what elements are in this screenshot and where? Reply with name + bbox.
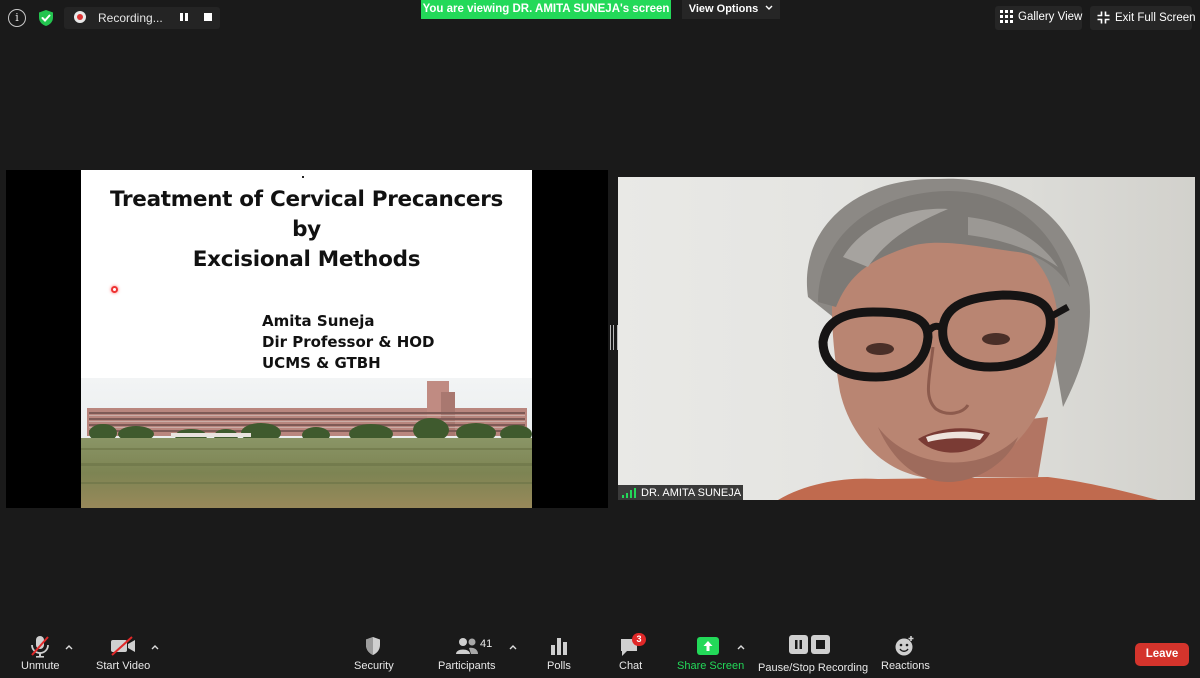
- slide-author-line: Dir Professor & HOD: [262, 333, 435, 351]
- share-screen-icon: [697, 637, 719, 655]
- security-shield-icon: [366, 637, 380, 655]
- leave-button[interactable]: Leave: [1135, 643, 1189, 666]
- reactions-label: Reactions: [881, 660, 930, 672]
- participant-video: [618, 177, 1195, 500]
- security-label: Security: [354, 660, 394, 672]
- slide-dot: [302, 176, 304, 178]
- microphone-muted-icon: [31, 636, 49, 658]
- chevron-up-icon[interactable]: [508, 642, 518, 652]
- presentation-slide: Treatment of Cervical Precancers by Exci…: [81, 170, 532, 508]
- chat-unread-badge: 3: [632, 633, 646, 646]
- panel-resize-handle[interactable]: [610, 325, 618, 350]
- video-off-icon: [111, 636, 135, 656]
- participants-label: Participants: [438, 660, 496, 672]
- participants-count: 41: [480, 638, 493, 650]
- view-options-button[interactable]: View Options: [682, 0, 780, 19]
- shield-check-icon[interactable]: [37, 9, 55, 27]
- reactions-icon: [895, 636, 914, 656]
- chevron-down-icon: [765, 5, 773, 10]
- polls-label: Polls: [547, 660, 571, 672]
- viewing-screen-banner: You are viewing DR. AMITA SUNEJA's scree…: [421, 0, 671, 19]
- exit-fullscreen-label: Exit Full Screen: [1115, 12, 1196, 24]
- slide-author-line: UCMS & GTBH: [262, 354, 381, 372]
- slide-title-line: by: [292, 217, 321, 242]
- share-screen-label: Share Screen: [677, 660, 745, 672]
- chevron-up-icon[interactable]: [64, 642, 74, 652]
- pause-stop-recording-icon: [789, 635, 830, 654]
- view-options-label: View Options: [688, 3, 759, 15]
- slide-title-line: Treatment of Cervical Precancers: [109, 187, 504, 212]
- unmute-label: Unmute: [21, 660, 60, 672]
- info-icon[interactable]: i: [8, 9, 26, 27]
- participant-video-frame: [778, 178, 1158, 500]
- gallery-grid-icon: [1000, 10, 1013, 23]
- participant-name-label: DR. AMITA SUNEJA: [641, 487, 742, 499]
- participants-icon: [456, 638, 478, 654]
- recording-status-label: Recording...: [98, 11, 163, 25]
- chat-label: Chat: [619, 660, 643, 672]
- stop-icon[interactable]: [204, 13, 212, 21]
- chevron-up-icon[interactable]: [736, 642, 746, 652]
- exit-fullscreen-icon: [1097, 11, 1110, 24]
- signal-bars-icon: [622, 488, 636, 498]
- laser-pointer-icon: [111, 286, 118, 293]
- chevron-up-icon[interactable]: [150, 642, 160, 652]
- pause-stop-recording-label: Pause/Stop Recording: [758, 662, 869, 674]
- gallery-view-label: Gallery View: [1018, 11, 1083, 23]
- start-video-label: Start Video: [96, 660, 151, 672]
- polls-icon: [551, 638, 567, 655]
- slide-title-line: Excisional Methods: [192, 247, 421, 272]
- campus-building-photo: [81, 378, 532, 508]
- pause-icon[interactable]: [180, 13, 188, 21]
- slide-author-line: Amita Suneja: [262, 312, 375, 330]
- recording-dot-icon: [74, 11, 86, 23]
